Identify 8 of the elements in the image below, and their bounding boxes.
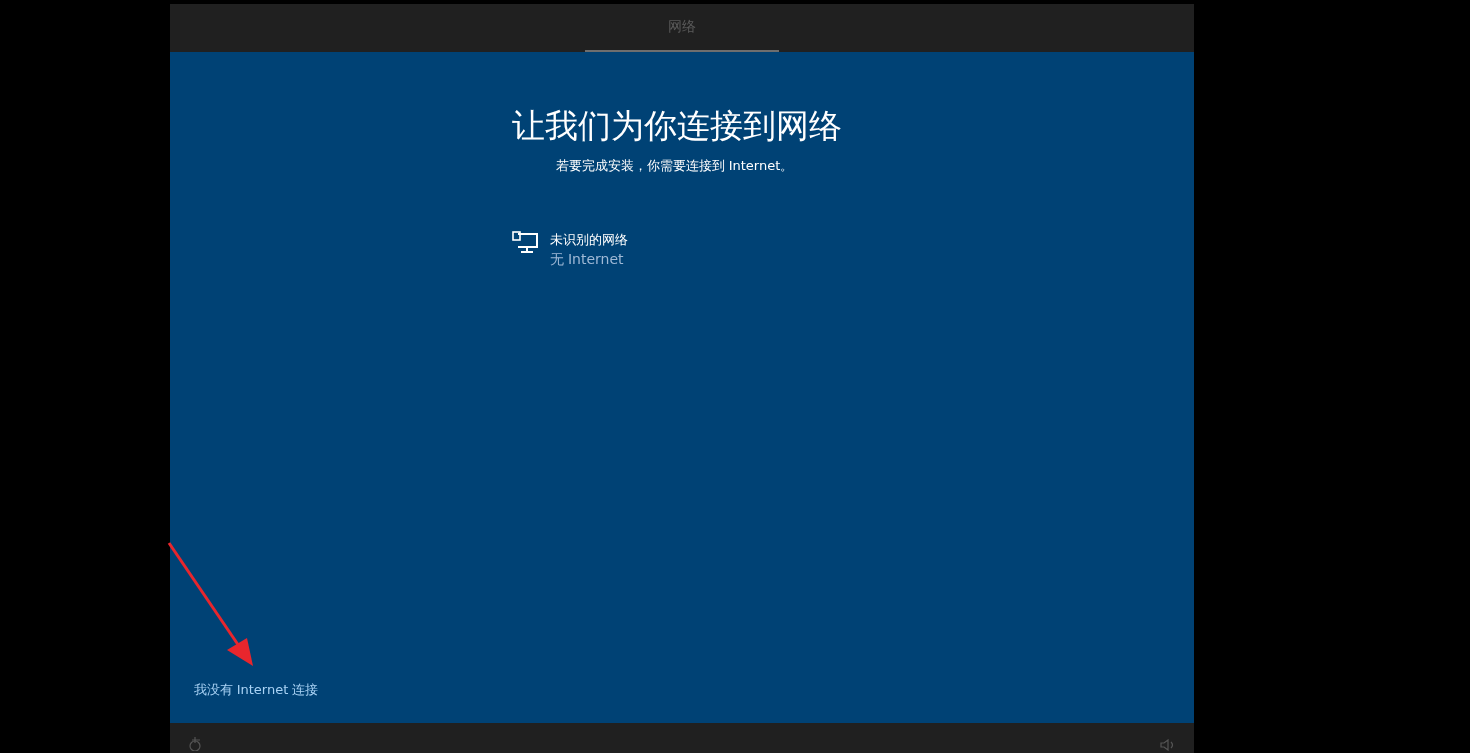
monitor-icon xyxy=(511,231,540,255)
no-internet-link[interactable]: 我没有 Internet 连接 xyxy=(193,681,319,699)
speaker-icon[interactable] xyxy=(1159,739,1176,751)
page-title: 让我们为你连接到网络 xyxy=(511,105,843,147)
subtitle: 若要完成安装，你需要连接到 Internet。 xyxy=(555,157,795,175)
network-name[interactable]: 未识别的网络 xyxy=(549,231,628,249)
accessibility-icon[interactable] xyxy=(187,737,204,751)
network-status: 无 Internet xyxy=(549,251,625,269)
